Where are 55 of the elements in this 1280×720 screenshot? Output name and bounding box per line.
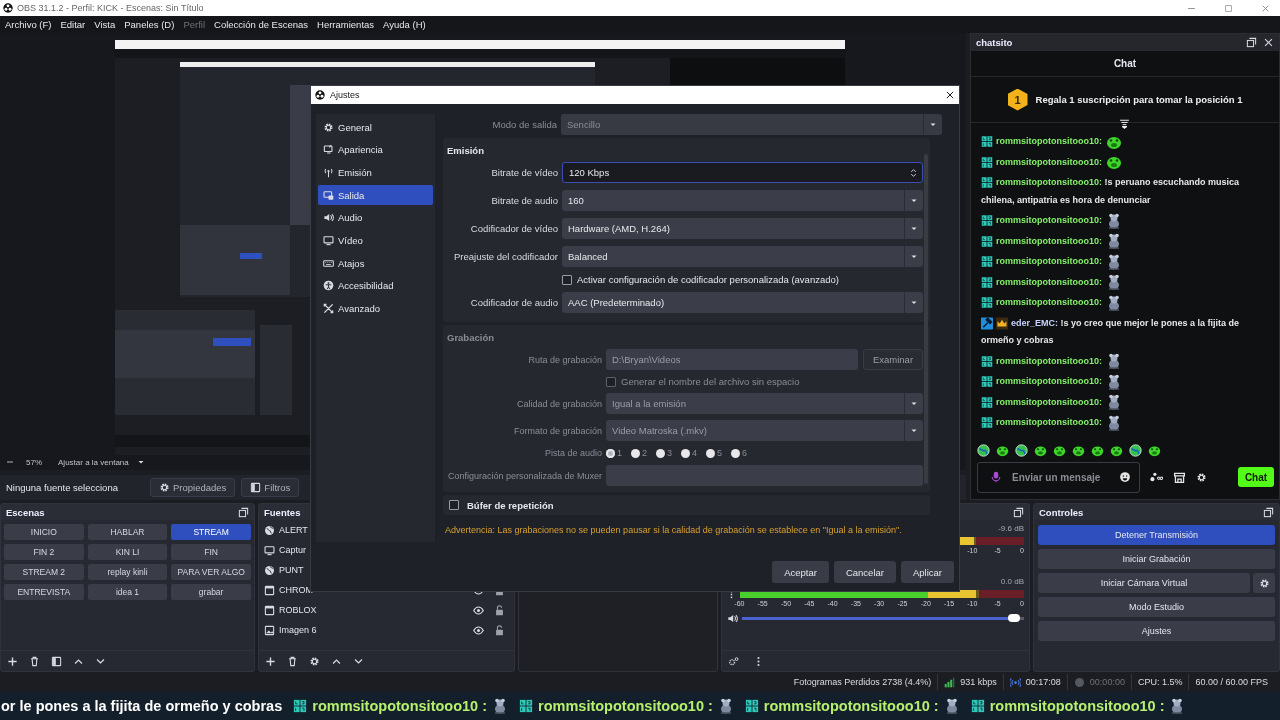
dock-title: Controles — [1039, 506, 1084, 518]
source-name: Imagen 6 — [279, 625, 317, 635]
track-label: 2 — [642, 448, 648, 458]
field-label: Bitrate de audio — [490, 195, 558, 206]
field-label: Modo de salida — [491, 119, 557, 130]
ticker-username: rommsitopotonsitooo10 : — [312, 698, 488, 714]
chat-message: rommsitopotonsitooo10: !s peruano escuchando musica chilena, antipatria es hora de denunciar — [981, 175, 1241, 207]
field-label: Ruta de grabación — [527, 354, 602, 365]
track-label: 3 — [667, 448, 673, 458]
dock-title: chatsito — [976, 37, 1013, 48]
placeholder-text: Enviar un mensaje — [1012, 471, 1101, 483]
field-label: Calidad de grabación — [515, 398, 602, 409]
field-label: Bitrate de vídeo — [490, 167, 558, 178]
dock-title: Fuentes — [264, 506, 301, 518]
field-label: Codificador de audio — [469, 297, 558, 308]
db-reading: 0.0 dB — [1000, 577, 1024, 586]
chat-message: eder_EMC: !s yo creo que mejor le pones a la fijita de ormeño y cobras — [981, 315, 1241, 347]
field-label: Pista de audio — [543, 448, 602, 458]
field-label: Configuración personalizada de Muxer — [447, 470, 602, 481]
frame-rate: 60.00 / 60.00 FPS — [1195, 677, 1268, 687]
source-name: ALERT — [279, 525, 308, 535]
stream-time: 00:17:08 — [1025, 677, 1061, 687]
chat-header: Chat — [971, 51, 1279, 77]
db-reading: -9.6 dB — [998, 524, 1024, 533]
record-time: 00:00:00 — [1089, 677, 1125, 687]
track-label: 1 — [617, 448, 622, 458]
zoom-level: 57% — [26, 457, 42, 467]
group-title: Grabación — [447, 332, 495, 343]
field-label: Preajuste del codificador — [452, 251, 558, 262]
dropped-frames: Fotogramas Perdidos 2738 (4.4%) — [793, 677, 932, 687]
checkbox-label: Generar el nombre del archivo sin espacio — [621, 376, 800, 387]
track-label: 6 — [742, 448, 748, 458]
track-label: 5 — [717, 448, 723, 458]
source-name: PUNT — [279, 565, 304, 575]
warning-text: Advertencia: Las grabaciones no se pueden pausar si la calidad de grabación se establece en "Igual a la emisión". — [444, 524, 903, 537]
bitrate: 931 kbps — [960, 677, 997, 687]
dialog-title: Ajustes — [330, 90, 360, 100]
field-label: Formato de grabación — [512, 425, 602, 436]
checkbox-label: Activar configuración de codificador personalizada (avanzado) — [577, 274, 839, 285]
rank-badge: 1 — [1007, 88, 1028, 111]
source-name: Captur — [279, 545, 306, 555]
group-title: Emisión — [447, 145, 485, 156]
source-name: ROBLOX — [279, 605, 317, 615]
cpu-usage: CPU: 1.5% — [1137, 677, 1183, 687]
ticker-username: rommsitopotonsitooo10 : — [538, 698, 713, 714]
selection-label: Ninguna fuente selecciona — [6, 481, 119, 493]
window-title: OBS 31.1.2 - Perfil: KICK - Escenas: Sin Título — [17, 3, 204, 13]
dock-title: Escenas — [6, 506, 45, 518]
banner-text: Regala 1 suscripción para tomar la posición 1 — [1035, 94, 1243, 105]
field-label: Codificador de vídeo — [469, 223, 558, 234]
ticker-username: rommsitopotonsitooo10 : — [763, 698, 939, 714]
track-label: 4 — [692, 448, 698, 458]
ticker-username: rommsitopotonsitooo10 : — [989, 698, 1165, 714]
checkbox-label: Búfer de repetición — [467, 499, 554, 511]
ticker-text: or le pones a la fijita de ormeño y cobras — [1, 698, 283, 714]
